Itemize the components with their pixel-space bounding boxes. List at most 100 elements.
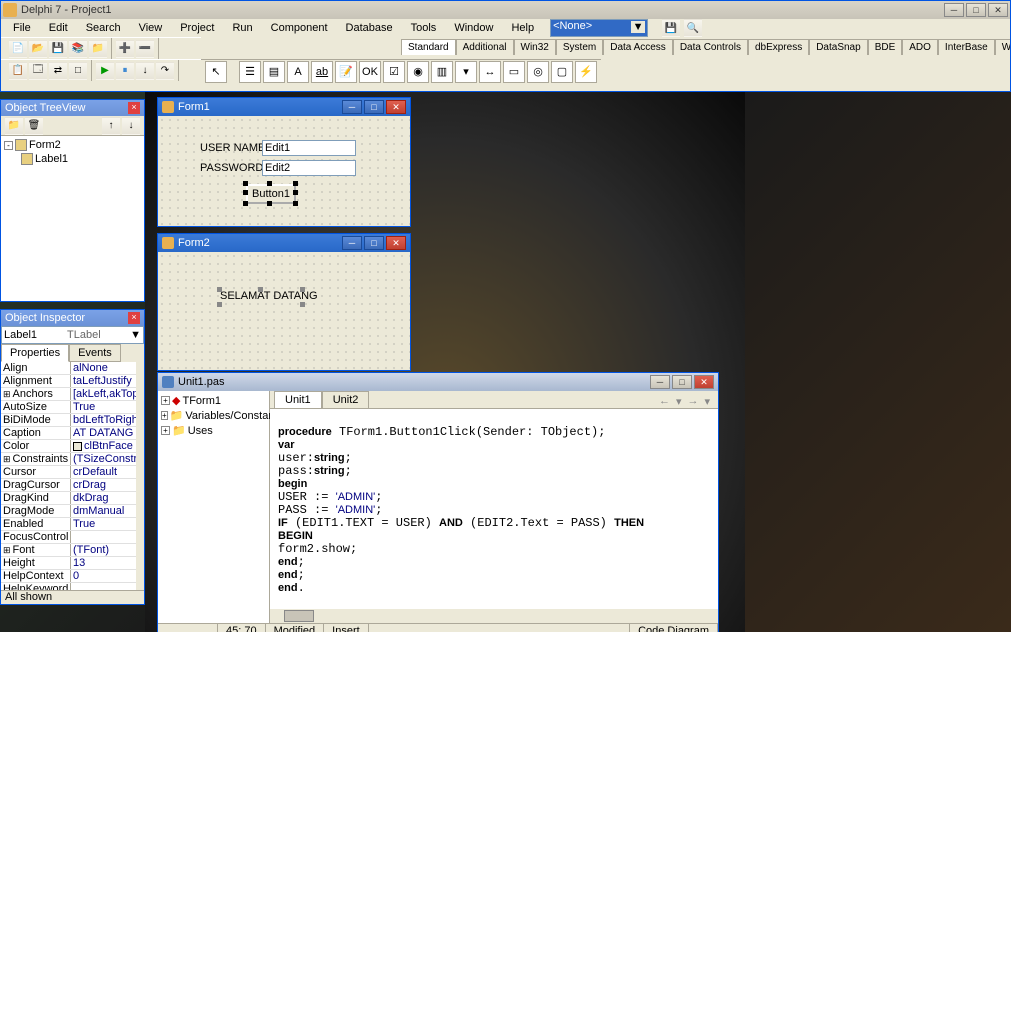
menu-database[interactable]: Database bbox=[338, 20, 401, 36]
treeview-close-icon[interactable]: × bbox=[128, 102, 140, 114]
inspector-row[interactable]: AlignmenttaLeftJustify bbox=[1, 375, 144, 388]
inspector-row[interactable]: Height13 bbox=[1, 557, 144, 570]
component-tab-datasnap[interactable]: DataSnap bbox=[809, 39, 867, 55]
pointer-icon[interactable]: ↖ bbox=[205, 61, 227, 83]
panel-component-icon[interactable]: ▢ bbox=[551, 61, 573, 83]
code-tree-tform1[interactable]: TForm1 bbox=[182, 395, 221, 407]
combobox-component-icon[interactable]: ▾ bbox=[455, 61, 477, 83]
explore-icon[interactable]: 🔍 bbox=[684, 19, 702, 37]
code-editor[interactable]: procedure TForm1.Button1Click(Sender: TO… bbox=[270, 409, 718, 609]
view-form-icon[interactable]: 🗔 bbox=[29, 62, 47, 80]
edit-password[interactable]: Edit2 bbox=[262, 160, 356, 176]
tree-delete-icon[interactable]: 🗑 bbox=[25, 117, 43, 135]
code-minimize-button[interactable]: ─ bbox=[650, 375, 670, 389]
component-tab-webservices[interactable]: WebServices bbox=[995, 39, 1010, 55]
save-desktop-icon[interactable]: 💾 bbox=[662, 19, 680, 37]
new-icon[interactable]: 📄 bbox=[9, 40, 27, 58]
form1-close-button[interactable]: ✕ bbox=[386, 100, 406, 114]
view-unit-icon[interactable]: 📋 bbox=[9, 62, 27, 80]
checkbox-component-icon[interactable]: ☑ bbox=[383, 61, 405, 83]
groupbox-component-icon[interactable]: ▭ bbox=[503, 61, 525, 83]
selection-handle[interactable] bbox=[217, 302, 222, 307]
saveall-icon[interactable]: 📚 bbox=[69, 40, 87, 58]
nav-fwd-icon[interactable]: → bbox=[687, 395, 698, 408]
code-titlebar[interactable]: Unit1.pas ─ □ ✕ bbox=[158, 373, 718, 391]
code-tree[interactable]: +◆TForm1 +📁Variables/Constants +📁Uses bbox=[158, 391, 270, 623]
inspector-row[interactable]: CaptionAT DATANG bbox=[1, 427, 144, 440]
minimize-button[interactable]: ─ bbox=[944, 3, 964, 17]
menu-project[interactable]: Project bbox=[172, 20, 222, 36]
inspector-row[interactable]: Font(TFont) bbox=[1, 544, 144, 557]
inspector-row[interactable]: HelpKeyword bbox=[1, 583, 144, 590]
button-component-icon[interactable]: OK bbox=[359, 61, 381, 83]
selection-handle[interactable] bbox=[293, 190, 298, 195]
selection-handle[interactable] bbox=[267, 181, 272, 186]
component-tab-dataaccess[interactable]: Data Access bbox=[603, 39, 673, 55]
menu-file[interactable]: File bbox=[5, 20, 39, 36]
nav-fwd-drop-icon[interactable]: ▾ bbox=[704, 395, 710, 408]
inspector-row[interactable]: ColorclBtnFace bbox=[1, 440, 144, 453]
selection-handle[interactable] bbox=[243, 181, 248, 186]
form1-canvas[interactable]: USER NAME PASSWORD Edit1 Edit2 Button1 bbox=[158, 116, 410, 226]
selection-handle[interactable] bbox=[293, 181, 298, 186]
maximize-button[interactable]: □ bbox=[966, 3, 986, 17]
inspector-titlebar[interactable]: Object Inspector × bbox=[1, 310, 144, 326]
menu-tools[interactable]: Tools bbox=[403, 20, 445, 36]
open-project-icon[interactable]: 📁 bbox=[89, 40, 107, 58]
code-hscrollbar[interactable] bbox=[270, 609, 718, 623]
inspector-row[interactable]: EnabledTrue bbox=[1, 518, 144, 531]
code-tree-uses[interactable]: Uses bbox=[188, 425, 213, 437]
label-username[interactable]: USER NAME bbox=[200, 142, 265, 154]
inspector-row[interactable]: FocusControl bbox=[1, 531, 144, 544]
pause-icon[interactable]: ⏸ bbox=[116, 62, 134, 80]
inspector-row[interactable]: BiDiModebdLeftToRight bbox=[1, 414, 144, 427]
edit-component-icon[interactable]: ab bbox=[311, 61, 333, 83]
add-file-icon[interactable]: ➕ bbox=[116, 40, 134, 58]
inspector-row[interactable]: AutoSizeTrue bbox=[1, 401, 144, 414]
trace-into-icon[interactable]: ↓ bbox=[136, 62, 154, 80]
selection-handle[interactable] bbox=[217, 287, 222, 292]
selection-handle[interactable] bbox=[243, 201, 248, 206]
form1-minimize-button[interactable]: ─ bbox=[342, 100, 362, 114]
inspector-row[interactable]: HelpContext0 bbox=[1, 570, 144, 583]
scrollbar-component-icon[interactable]: ↔ bbox=[479, 61, 501, 83]
inspector-object-combo[interactable]: Label1 TLabel ▼ bbox=[1, 326, 144, 344]
menu-search[interactable]: Search bbox=[78, 20, 129, 36]
inspector-row[interactable]: CursorcrDefault bbox=[1, 466, 144, 479]
component-tab-ado[interactable]: ADO bbox=[902, 39, 938, 55]
radiobutton-component-icon[interactable]: ◉ bbox=[407, 61, 429, 83]
treeview-titlebar[interactable]: Object TreeView × bbox=[1, 100, 144, 116]
menu-edit[interactable]: Edit bbox=[41, 20, 76, 36]
edit-username[interactable]: Edit1 bbox=[262, 140, 356, 156]
expand-icon[interactable]: + bbox=[161, 426, 170, 435]
form2-close-button[interactable]: ✕ bbox=[386, 236, 406, 250]
menu-component[interactable]: Component bbox=[263, 20, 336, 36]
selection-handle[interactable] bbox=[243, 190, 248, 195]
expand-icon[interactable]: + bbox=[161, 396, 170, 405]
main-titlebar[interactable]: Delphi 7 - Project1 ─ □ ✕ bbox=[1, 1, 1010, 19]
remove-file-icon[interactable]: ➖ bbox=[136, 40, 154, 58]
inspector-row[interactable]: AlignalNone bbox=[1, 362, 144, 375]
inspector-row[interactable]: Constraints(TSizeConstra bbox=[1, 453, 144, 466]
open-icon[interactable]: 📂 bbox=[29, 40, 47, 58]
menu-window[interactable]: Window bbox=[446, 20, 501, 36]
inspector-row[interactable]: DragKinddkDrag bbox=[1, 492, 144, 505]
component-tab-win[interactable]: Win32 bbox=[514, 39, 556, 55]
selection-handle[interactable] bbox=[267, 201, 272, 206]
inspector-row[interactable]: DragModedmManual bbox=[1, 505, 144, 518]
treeview-body[interactable]: -Form2Label1 bbox=[1, 136, 144, 301]
unit-tab-unit2[interactable]: Unit2 bbox=[322, 391, 370, 408]
form2-maximize-button[interactable]: □ bbox=[364, 236, 384, 250]
nav-back-icon[interactable]: ← bbox=[659, 395, 670, 408]
save-icon[interactable]: 💾 bbox=[49, 40, 67, 58]
component-tab-dbexpress[interactable]: dbExpress bbox=[748, 39, 809, 55]
component-tab-interbase[interactable]: InterBase bbox=[938, 39, 995, 55]
selection-handle[interactable] bbox=[293, 201, 298, 206]
selection-handle[interactable] bbox=[300, 287, 305, 292]
form2-minimize-button[interactable]: ─ bbox=[342, 236, 362, 250]
menu-help[interactable]: Help bbox=[503, 20, 542, 36]
selection-handle[interactable] bbox=[258, 287, 263, 292]
code-tree-vars[interactable]: Variables/Constants bbox=[185, 410, 283, 422]
tree-item[interactable]: -Form2 bbox=[3, 138, 142, 152]
component-tab-system[interactable]: System bbox=[556, 39, 603, 55]
